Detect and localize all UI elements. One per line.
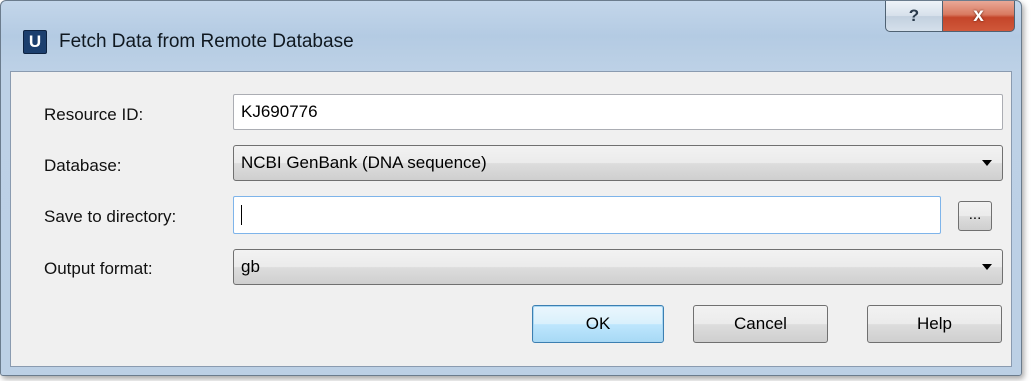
- title-bar[interactable]: U Fetch Data from Remote Database ? x: [1, 1, 1021, 71]
- database-select[interactable]: NCBI GenBank (DNA sequence): [233, 145, 1003, 181]
- close-caption-button[interactable]: x: [942, 1, 1015, 32]
- save-directory-input[interactable]: [233, 196, 941, 234]
- window-title: Fetch Data from Remote Database: [59, 31, 354, 52]
- ellipsis-icon: ...: [968, 206, 982, 223]
- help-button[interactable]: Help: [867, 305, 1002, 343]
- save-directory-label: Save to directory:: [44, 207, 177, 226]
- database-label: Database:: [44, 156, 122, 175]
- output-format-select[interactable]: gb: [233, 249, 1003, 285]
- dropdown-arrow-icon: [982, 160, 992, 166]
- browse-directory-button[interactable]: ...: [958, 201, 992, 231]
- ugene-app-icon: U: [23, 30, 47, 54]
- help-caption-button[interactable]: ?: [885, 1, 943, 32]
- close-icon: x: [973, 5, 984, 26]
- cancel-button[interactable]: Cancel: [693, 305, 828, 343]
- output-format-label: Output format:: [44, 259, 153, 278]
- resource-id-input[interactable]: KJ690776: [233, 94, 1003, 130]
- question-mark-icon: ?: [908, 6, 920, 25]
- output-format-selected-value: gb: [241, 257, 260, 276]
- resource-id-label: Resource ID:: [44, 105, 144, 124]
- dialog-window: U Fetch Data from Remote Database ? x Re…: [0, 0, 1022, 376]
- text-cursor: [241, 204, 242, 225]
- database-selected-value: NCBI GenBank (DNA sequence): [241, 153, 487, 172]
- dropdown-arrow-icon: [982, 264, 992, 270]
- dialog-content: Resource ID: KJ690776 Database: NCBI Gen…: [10, 71, 1012, 367]
- ok-button[interactable]: OK: [532, 305, 664, 343]
